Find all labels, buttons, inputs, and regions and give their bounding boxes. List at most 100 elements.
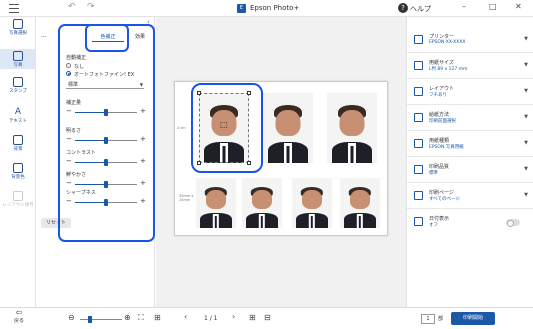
setting-title: 用紙サイズ (429, 60, 454, 66)
setting-layout[interactable]: レイアウト フチあり ▼ (407, 79, 533, 105)
prev-page-icon[interactable]: ‹ (184, 312, 187, 321)
setting-paper-type[interactable]: 用紙種類 EPSON 写真用紙 ▼ (407, 131, 533, 157)
rail-item-text[interactable]: A テキスト (0, 107, 36, 124)
rail-label: 背景色 (11, 175, 25, 180)
next-page-icon[interactable]: › (232, 312, 235, 321)
setting-value: すべてのページ (429, 197, 460, 202)
printer-icon (414, 35, 423, 44)
setting-title: 給紙方法 (429, 112, 450, 118)
size-label-bottom: 30mm x 24mm (179, 194, 194, 202)
footer-bar: ⇦ 戻る ⊖ ⊕ ⛶ ⊞ ‹ 1 / 1 › ⊞ ⊟ 1 部 印刷開始 (0, 307, 533, 329)
stamp-icon (13, 77, 23, 87)
setting-value: EPSON 写真用紙 (429, 145, 464, 150)
date-display-toggle[interactable] (506, 219, 520, 227)
chevron-down-icon: ▼ (524, 114, 528, 120)
print-button[interactable]: 印刷開始 (451, 312, 495, 325)
setting-value: オフ (429, 223, 438, 228)
setting-value: 標準 (429, 171, 438, 176)
save-layout-icon (13, 191, 23, 201)
chevron-down-icon: ▼ (524, 62, 528, 68)
id-photo[interactable] (327, 93, 377, 163)
zoom-out-icon[interactable]: ⊖ (68, 313, 75, 322)
delete-page-icon[interactable]: ⊟ (264, 313, 271, 322)
help-icon[interactable]: ? (398, 3, 408, 13)
calendar-icon (414, 217, 423, 226)
zoom-slider[interactable] (80, 319, 122, 320)
id-photo[interactable] (196, 178, 236, 228)
chevron-down-icon: ▼ (524, 140, 528, 146)
chevron-down-icon: ▼ (524, 192, 528, 198)
setting-printer[interactable]: プリンター EPSON XX-XXXX ▼ (407, 27, 533, 53)
rail-label: 写真選択 (9, 31, 27, 36)
print-pages-icon (414, 191, 423, 200)
rail-item-photo-select[interactable]: 写真選択 (0, 19, 36, 36)
zoom-in-icon[interactable]: ⊕ (124, 313, 131, 322)
text-icon: A (14, 107, 22, 117)
rail-item-background-color[interactable]: 背景色 (0, 163, 36, 180)
menu-icon[interactable] (9, 4, 19, 13)
print-settings-panel: プリンター EPSON XX-XXXX ▼ 用紙サイズ L判 89 x 127 … (406, 17, 533, 307)
more-tabs[interactable]: --- (41, 34, 46, 40)
setting-print-pages[interactable]: 印刷ページ すべてのページ ▼ (407, 183, 533, 209)
chevron-down-icon: ▼ (524, 88, 528, 94)
help-label[interactable]: ヘルプ (410, 4, 431, 14)
close-button[interactable]: ✕ (515, 2, 522, 11)
setting-title: プリンター (429, 34, 455, 40)
minimize-button[interactable]: – (462, 2, 466, 11)
rail-label: レイアウト保存 (2, 203, 34, 208)
setting-date-display: 日付表示 オフ (407, 209, 533, 235)
rail-label: テキスト (9, 119, 27, 124)
rail-item-save-layout[interactable]: レイアウト保存 (0, 191, 36, 208)
back-label: 戻る (13, 318, 24, 324)
page-indicator: 1 / 1 (204, 315, 218, 322)
layout-icon (414, 87, 423, 96)
back-button[interactable]: ⇦ 戻る (7, 308, 31, 324)
left-rail: 写真選択 写真 スタンプ A テキスト 背景 背景色 レイアウト保存 (0, 17, 36, 307)
photo-select-icon (13, 19, 23, 29)
paper-size-icon (414, 61, 423, 70)
chevron-down-icon: ▼ (524, 166, 528, 172)
setting-title: 日付表示 (429, 216, 450, 222)
rail-item-photo[interactable]: 写真 (0, 49, 36, 69)
title-bar: ↶ ↷ E Epson Photo+ ? ヘルプ – □ ✕ (0, 0, 533, 17)
setting-title: 用紙種類 (429, 138, 450, 144)
app-title: Epson Photo+ (250, 4, 300, 12)
add-page-icon[interactable]: ⊞ (249, 313, 256, 322)
highlight-frame-tab (85, 24, 129, 52)
rail-label: スタンプ (9, 89, 27, 94)
rail-item-stamp[interactable]: スタンプ (0, 77, 36, 94)
setting-title: 印刷ページ (429, 190, 454, 196)
copies-unit: 部 (438, 316, 444, 322)
setting-value: フチあり (429, 93, 447, 98)
setting-title: 印刷品質 (429, 164, 450, 170)
id-photo[interactable] (340, 178, 380, 228)
rail-item-background[interactable]: 背景 (0, 135, 36, 152)
highlight-frame-panel (58, 24, 155, 242)
actual-size-icon[interactable]: ⊞ (154, 313, 161, 322)
rail-label: 背景 (13, 147, 23, 152)
photo-icon (13, 51, 23, 61)
copies-input[interactable]: 1 (421, 314, 435, 324)
size-label-top: 4 cm (177, 126, 186, 130)
rail-label: 写真 (13, 63, 23, 68)
fit-screen-icon[interactable]: ⛶ (138, 313, 144, 323)
setting-value: L判 89 x 127 mm (429, 67, 468, 72)
id-photo[interactable] (263, 93, 313, 163)
setting-value: 印刷前面選択 (429, 119, 456, 124)
id-photo[interactable] (292, 178, 332, 228)
id-photo[interactable] (242, 178, 282, 228)
highlight-frame-photo (191, 83, 263, 173)
app-logo-icon: E (237, 4, 246, 13)
redo-icon[interactable]: ↷ (87, 2, 95, 12)
setting-paper-size[interactable]: 用紙サイズ L判 89 x 127 mm ▼ (407, 53, 533, 79)
zoom-thumb[interactable] (88, 316, 92, 323)
maximize-button[interactable]: □ (489, 2, 497, 11)
undo-icon[interactable]: ↶ (68, 2, 76, 12)
background-color-icon (13, 163, 23, 173)
paper-source-icon (414, 113, 423, 122)
setting-print-quality[interactable]: 印刷品質 標準 ▼ (407, 157, 533, 183)
setting-paper-source[interactable]: 給紙方法 印刷前面選択 ▼ (407, 105, 533, 131)
paper-type-icon (414, 139, 423, 148)
chevron-down-icon: ▼ (524, 36, 528, 42)
back-arrow-icon: ⇦ (15, 308, 23, 317)
